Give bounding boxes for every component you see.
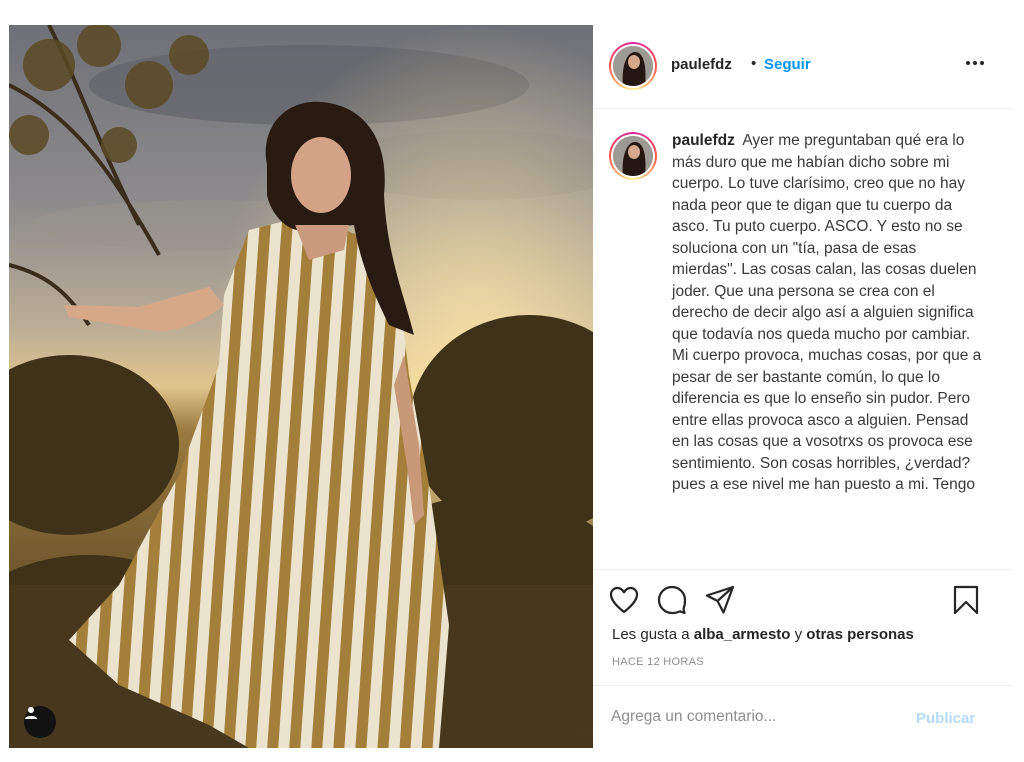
- avatar-image: [613, 136, 653, 176]
- post-photo[interactable]: [9, 25, 593, 748]
- author-avatar[interactable]: [609, 42, 657, 90]
- comments-section[interactable]: paulefdz Ayer me preguntaban qué era lo …: [593, 110, 1012, 568]
- bookmark-icon: [953, 585, 979, 615]
- post-side-panel: paulefdz • Seguir paulefdz Ayer me pregu…: [593, 25, 1012, 748]
- avatar-image: [613, 46, 653, 86]
- tagged-users-button[interactable]: [24, 706, 56, 738]
- post-caption: paulefdz Ayer me preguntaban qué era lo …: [672, 130, 982, 496]
- likes-summary: Les gusta a alba_armesto y otras persona…: [612, 626, 914, 643]
- post-timestamp[interactable]: HACE 12 HORAS: [612, 656, 704, 668]
- comment-input[interactable]: [611, 708, 891, 726]
- author-username[interactable]: paulefdz: [671, 56, 732, 73]
- others-link[interactable]: otras personas: [806, 626, 914, 643]
- like-button[interactable]: [609, 586, 639, 619]
- comment-button[interactable]: [657, 585, 687, 620]
- post-actions: Les gusta a alba_armesto y otras persona…: [593, 569, 1012, 748]
- add-comment-form: Publicar: [593, 685, 1012, 749]
- heart-icon: [609, 586, 639, 614]
- save-button[interactable]: [953, 585, 979, 620]
- caption-author-avatar[interactable]: [609, 132, 657, 180]
- publish-button[interactable]: Publicar: [916, 710, 975, 727]
- separator-dot: •: [751, 55, 757, 72]
- paper-plane-icon: [705, 585, 735, 614]
- likes-prefix: Les gusta a: [612, 626, 690, 643]
- more-horizontal-icon[interactable]: [963, 53, 987, 73]
- photo-illustration: [9, 25, 593, 748]
- caption-author-username[interactable]: paulefdz: [672, 132, 735, 149]
- share-button[interactable]: [705, 585, 735, 620]
- caption-text: Ayer me preguntaban qué era lo más duro …: [672, 132, 982, 493]
- follow-button[interactable]: Seguir: [764, 56, 811, 73]
- person-icon: [25, 707, 37, 719]
- instagram-post: paulefdz • Seguir paulefdz Ayer me pregu…: [9, 25, 1012, 748]
- post-header: paulefdz • Seguir: [593, 25, 1012, 109]
- likes-joiner: y: [794, 626, 803, 643]
- liked-by-username[interactable]: alba_armesto: [694, 626, 791, 643]
- comment-bubble-icon: [657, 585, 687, 615]
